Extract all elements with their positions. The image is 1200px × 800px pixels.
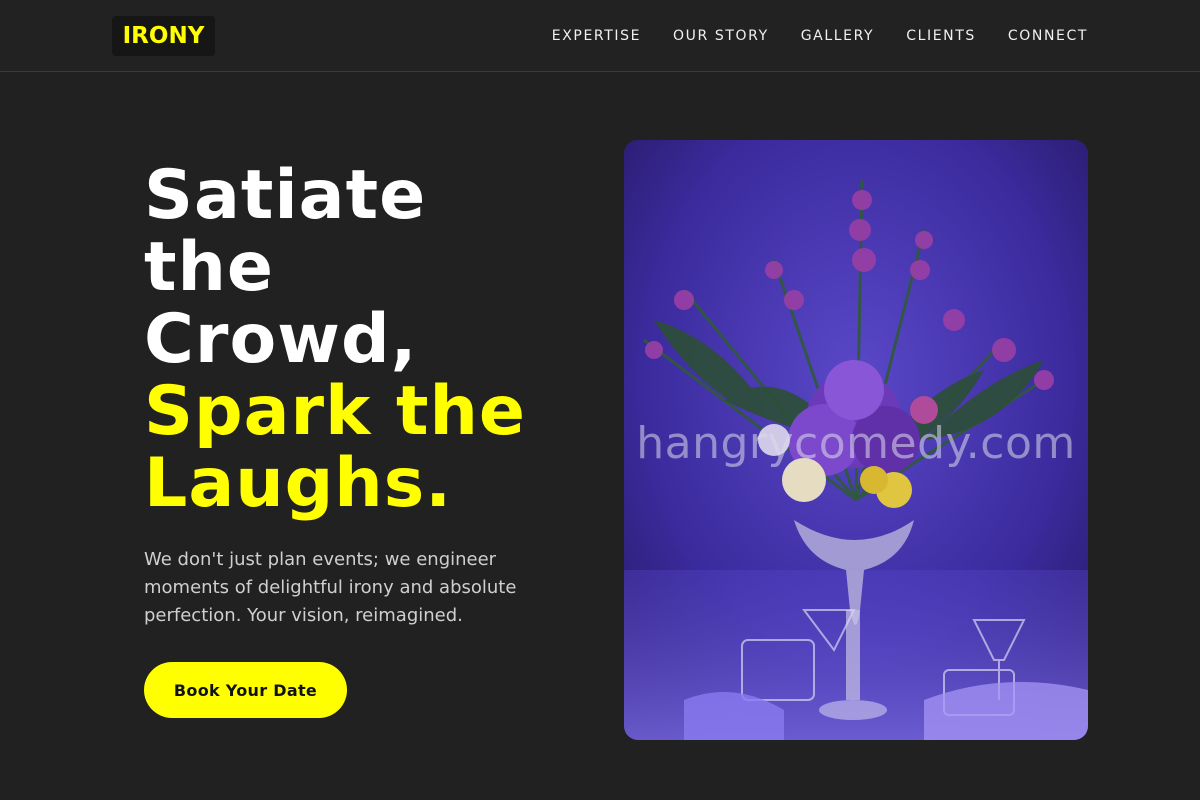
hero-title-line: Satiate bbox=[144, 156, 427, 235]
nav-link-gallery[interactable]: GALLERY bbox=[801, 28, 874, 44]
hero-title-highlight-line: Laughs. bbox=[144, 444, 453, 523]
book-your-date-button[interactable]: Book Your Date bbox=[144, 662, 347, 718]
hero-image: hangrycomedy.com bbox=[624, 140, 1088, 740]
hero-subtitle: We don't just plan events; we engineer m… bbox=[144, 549, 517, 626]
nav-link-expertise[interactable]: EXPERTISE bbox=[552, 28, 641, 44]
hero-title-line: the bbox=[144, 228, 275, 307]
nav-link-our-story[interactable]: OUR STORY bbox=[673, 28, 769, 44]
hero-title-highlight-line: Spark the bbox=[144, 372, 527, 451]
nav-link-connect[interactable]: CONNECT bbox=[1008, 28, 1088, 44]
image-watermark: hangrycomedy.com bbox=[636, 418, 1076, 469]
brand-logo[interactable]: IRONY bbox=[112, 16, 215, 56]
nav-link-clients[interactable]: CLIENTS bbox=[906, 28, 976, 44]
hero-title-line: Crowd, bbox=[144, 300, 418, 379]
hero-title: Satiate the Crowd, Spark the Laughs. bbox=[144, 160, 584, 520]
nav-links: EXPERTISE OUR STORY GALLERY CLIENTS CONN… bbox=[552, 24, 1088, 48]
navbar: IRONY EXPERTISE OUR STORY GALLERY CLIENT… bbox=[0, 0, 1200, 72]
